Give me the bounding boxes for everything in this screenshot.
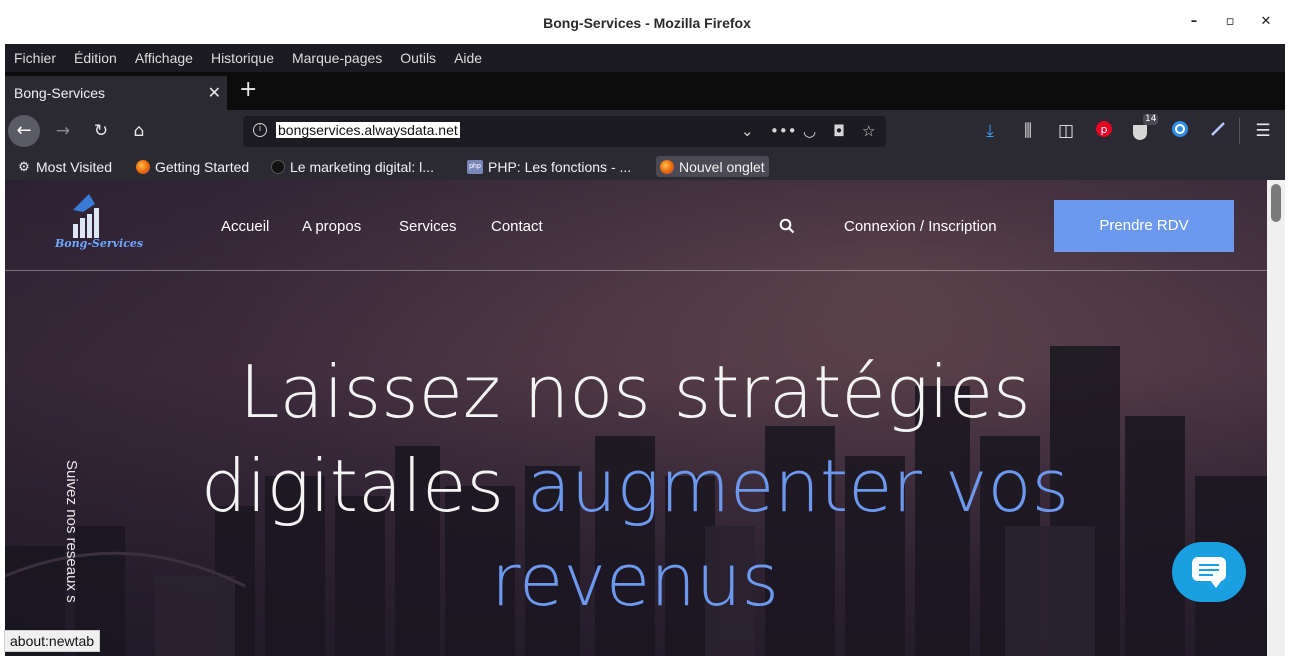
menu-bar: Fichier Édition Affichage Historique Mar…	[5, 44, 1285, 72]
site-info-icon[interactable]: i	[253, 123, 267, 137]
menu-fichier[interactable]: Fichier	[14, 50, 56, 66]
bookmark-php-functions[interactable]: php PHP: Les fonctions - ...	[467, 156, 631, 177]
extension-badge-count: 14	[1143, 114, 1159, 125]
url-dropdown-icon[interactable]: ⌄	[741, 122, 754, 140]
bookmarks-toolbar: ⚙ Most Visited Getting Started Le market…	[5, 152, 1285, 180]
close-window-button[interactable]: ✕	[1258, 14, 1274, 30]
back-arrow-icon[interactable]: ←	[8, 115, 40, 147]
bookmark-marketing-digital[interactable]: Le marketing digital: l...	[271, 156, 434, 177]
firefox-icon	[660, 159, 674, 174]
page-scrollbar[interactable]	[1267, 180, 1285, 656]
tab-close-icon[interactable]: ✕	[208, 83, 221, 102]
toolbar-divider	[1239, 118, 1240, 144]
logo-text: Bong-Services	[55, 237, 144, 250]
hero-line-2: digitales augmenter vos	[155, 439, 1115, 533]
hero-line-2-plain: digitales	[200, 444, 504, 528]
menu-marque-pages[interactable]: Marque-pages	[292, 50, 382, 66]
bookmark-star-icon[interactable]: ☆	[862, 122, 875, 140]
hero-line-2-accent: augmenter vos	[526, 444, 1070, 528]
search-icon[interactable]	[779, 218, 795, 234]
svg-text:p: p	[1101, 123, 1108, 136]
bookmark-most-visited[interactable]: ⚙ Most Visited	[17, 156, 112, 177]
window-titlebar: Bong-Services - Mozilla Firefox – ▫ ✕	[0, 0, 1294, 44]
reload-icon[interactable]: ↻	[90, 120, 112, 142]
hamburger-menu-icon[interactable]: ☰	[1252, 120, 1274, 142]
color-picker-extension-icon[interactable]	[1207, 120, 1229, 142]
chat-line	[1199, 574, 1213, 576]
hero-heading: Laissez nos stratégies digitales augment…	[155, 345, 1115, 627]
downloads-icon[interactable]: ⤓	[979, 120, 1001, 142]
php-icon: php	[467, 159, 483, 174]
chat-line	[1199, 564, 1219, 566]
bookmark-getting-started[interactable]: Getting Started	[136, 156, 249, 177]
pinterest-extension-icon[interactable]: p	[1093, 120, 1115, 142]
nav-services[interactable]: Services	[399, 218, 457, 235]
hero-line-3-accent: revenus	[491, 538, 779, 622]
nav-accueil[interactable]: Accueil	[221, 218, 269, 235]
chat-line	[1199, 569, 1219, 571]
tab-strip: Bong-Services ✕ +	[5, 72, 1285, 110]
pocket-icon[interactable]: ◡	[803, 122, 816, 140]
site-header: Bong-Services Accueil A propos Services …	[5, 180, 1267, 271]
nav-a-propos[interactable]: A propos	[302, 218, 361, 235]
hero-line-1: Laissez nos stratégies	[239, 350, 1031, 434]
sidebar-icon[interactable]: ◫	[1055, 120, 1077, 142]
window-title: Bong-Services - Mozilla Firefox	[543, 15, 751, 31]
menu-affichage[interactable]: Affichage	[135, 50, 193, 66]
url-bar[interactable]: i bongservices.alwaysdata.net ⌄ ••• ◡ ◘ …	[243, 116, 886, 147]
tab-label: Bong-Services	[14, 85, 106, 101]
forward-arrow-icon[interactable]: →	[52, 120, 74, 142]
status-bar: about:newtab	[4, 630, 101, 652]
bookmark-site-icon	[271, 159, 285, 174]
book-appointment-button[interactable]: Prendre RDV	[1054, 200, 1234, 252]
firefox-icon	[136, 159, 150, 174]
maximize-button[interactable]: ▫	[1222, 14, 1238, 30]
new-tab-icon[interactable]: +	[239, 79, 257, 101]
social-follow-text: Suivez nos reseaux s	[63, 460, 80, 603]
tab-bong-services[interactable]: Bong-Services ✕	[5, 74, 227, 110]
url-text[interactable]: bongservices.alwaysdata.net	[276, 122, 460, 138]
bookmark-nouvel-onglet[interactable]: Nouvel onglet	[656, 156, 769, 177]
login-signup-link[interactable]: Connexion / Inscription	[844, 218, 997, 235]
page-actions-icon[interactable]: •••	[770, 122, 797, 140]
sync-extension-icon[interactable]	[1169, 120, 1191, 142]
home-icon[interactable]: ⌂	[128, 120, 150, 142]
minimize-button[interactable]: –	[1186, 14, 1202, 30]
gear-icon: ⚙	[18, 158, 30, 174]
chat-button[interactable]	[1172, 542, 1246, 602]
nav-toolbar: ← → ↻ ⌂ i bongservices.alwaysdata.net ⌄ …	[5, 110, 1285, 152]
browser-window: Fichier Édition Affichage Historique Mar…	[5, 44, 1285, 656]
menu-edition[interactable]: Édition	[74, 50, 117, 66]
scrollbar-thumb[interactable]	[1271, 184, 1281, 222]
nav-contact[interactable]: Contact	[491, 218, 543, 235]
web-page: Bong-Services Accueil A propos Services …	[5, 180, 1267, 656]
library-icon[interactable]: ⫼	[1017, 120, 1039, 142]
menu-aide[interactable]: Aide	[454, 50, 482, 66]
extension-badge-icon[interactable]: 14	[1131, 114, 1159, 142]
menu-outils[interactable]: Outils	[400, 50, 436, 66]
menu-historique[interactable]: Historique	[211, 50, 274, 66]
pocket-save-icon[interactable]: ◘	[833, 122, 845, 140]
